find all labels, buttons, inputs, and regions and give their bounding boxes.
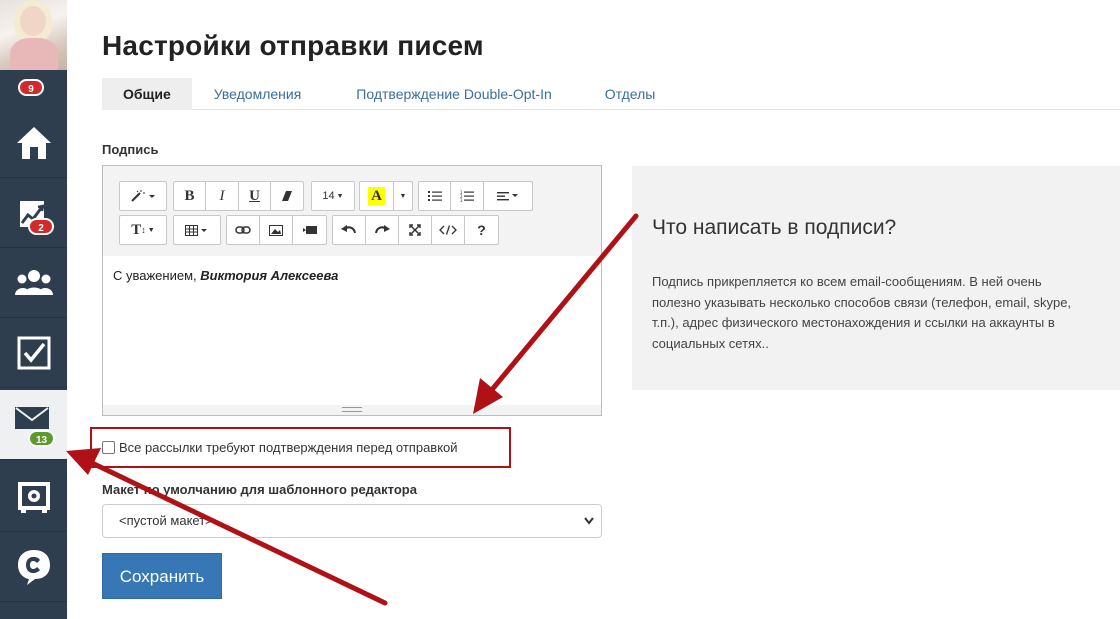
sidebar-item-safe[interactable] [0, 462, 67, 532]
tab-departments[interactable]: Отделы [585, 78, 677, 110]
resize-handle-icon [342, 407, 362, 412]
undo-button[interactable] [333, 216, 366, 244]
mail-icon [14, 406, 49, 429]
font-style-group: B I U [173, 181, 304, 211]
chevron-down-icon: ▼ [147, 226, 155, 234]
template-label: Макет по умолчанию для шаблонного редакт… [102, 482, 417, 497]
svg-text:3: 3 [460, 198, 463, 202]
bullet-list-button[interactable] [419, 182, 451, 210]
sidebar-item-tasks[interactable] [0, 318, 67, 388]
help-button[interactable]: ? [465, 216, 498, 244]
tab-bar: Общие Уведомления Подтверждение Double-O… [102, 78, 1120, 110]
tab-general[interactable]: Общие [102, 78, 192, 110]
line-height-dropdown[interactable]: T ↕ ▼ [120, 216, 166, 244]
chevron-down-icon [584, 517, 594, 525]
color-group: A ▼ [359, 181, 413, 211]
editor-content[interactable]: С уважением, Виктория Алексеева [113, 268, 338, 283]
color-dropdown[interactable]: ▼ [394, 182, 412, 210]
link-button[interactable] [227, 216, 260, 244]
chevron-down-icon: ▼ [399, 192, 407, 200]
notifications-area[interactable]: 9 [0, 70, 67, 108]
video-button[interactable] [293, 216, 326, 244]
expand-icon [409, 224, 421, 236]
font-size-value: 14 [322, 190, 335, 202]
numbered-list-icon: 1 2 3 [460, 190, 474, 202]
chat-icon [17, 549, 50, 585]
style-group [119, 181, 167, 211]
insert-group [226, 215, 327, 245]
font-color-icon: A [368, 187, 385, 205]
sidebar-item-mail[interactable]: 13 [0, 390, 67, 460]
home-icon [16, 126, 51, 159]
undo-icon [341, 225, 356, 234]
avatar-face [20, 6, 46, 36]
clear-format-button[interactable] [271, 182, 303, 210]
avatar[interactable] [0, 0, 67, 70]
eraser-icon [282, 191, 292, 201]
font-size-group: 14 ▼ [311, 181, 355, 211]
magic-wand-icon [131, 190, 155, 202]
redo-icon [375, 225, 390, 234]
sidebar-item-analytics[interactable]: 2 [0, 178, 67, 248]
tasks-icon [17, 336, 50, 369]
sidebar-item-support[interactable] [0, 532, 67, 602]
sidebar-item-contacts[interactable] [0, 248, 67, 318]
font-color-button[interactable]: A [360, 182, 394, 210]
redo-button[interactable] [366, 216, 399, 244]
updown-icon: ↕ [141, 225, 146, 235]
signature-editor: B I U 14 ▼ A ▼ 1 2 3 T ↕ ▼ ? С уважением… [102, 165, 602, 416]
history-group: ? [332, 215, 499, 245]
editor-toolbar: B I U 14 ▼ A ▼ 1 2 3 T ↕ ▼ ? [103, 166, 601, 256]
sidebar-item-home[interactable] [0, 108, 67, 178]
magic-button[interactable] [120, 182, 166, 210]
align-dropdown[interactable] [484, 182, 532, 210]
analytics-badge: 2 [28, 218, 54, 235]
text-height-group: T ↕ ▼ [119, 215, 167, 245]
numbered-list-button[interactable]: 1 2 3 [451, 182, 484, 210]
signature-label: Подпись [102, 142, 159, 157]
tab-notifications[interactable]: Уведомления [204, 78, 323, 110]
template-select-value: <пустой макет> [119, 513, 213, 528]
sidebar: 9 2 13 [0, 0, 67, 619]
notifications-badge: 9 [18, 79, 44, 96]
image-button[interactable] [260, 216, 293, 244]
annotation-highlight-box [90, 427, 511, 468]
users-icon [14, 269, 53, 295]
underline-button[interactable]: U [239, 182, 271, 210]
code-view-button[interactable] [432, 216, 465, 244]
code-icon [439, 225, 457, 235]
template-select[interactable]: <пустой макет> [102, 504, 602, 538]
line-height-icon: T [131, 221, 142, 238]
font-size-dropdown[interactable]: 14 ▼ [312, 182, 354, 210]
avatar-body [10, 38, 58, 70]
help-text: Подпись прикрепляется ко всем email-сооб… [652, 274, 1072, 351]
chevron-down-icon: ▼ [336, 192, 344, 200]
help-title: Что написать в подписи? [652, 216, 897, 239]
table-group [173, 215, 221, 245]
save-button[interactable]: Сохранить [102, 553, 222, 599]
image-icon [269, 224, 283, 236]
page-title: Настройки отправки писем [102, 30, 484, 61]
help-panel: Что написать в подписи? Подпись прикрепл… [632, 166, 1120, 390]
align-left-icon [497, 192, 518, 201]
list-group: 1 2 3 [418, 181, 533, 211]
safe-icon [17, 481, 50, 513]
link-icon [235, 226, 251, 234]
table-dropdown[interactable] [174, 216, 220, 244]
bold-button[interactable]: B [174, 182, 206, 210]
video-icon [302, 226, 317, 234]
fullscreen-button[interactable] [399, 216, 432, 244]
table-icon [185, 224, 207, 236]
italic-button[interactable]: I [206, 182, 239, 210]
signature-name: Виктория Алексеева [200, 268, 339, 283]
bullet-list-icon [427, 191, 442, 201]
editor-resize-bar[interactable] [103, 405, 601, 415]
tab-double-opt-in[interactable]: Подтверждение Double-Opt-In [334, 78, 572, 110]
signature-greeting: С уважением, [113, 268, 201, 283]
mail-badge: 13 [28, 430, 56, 447]
